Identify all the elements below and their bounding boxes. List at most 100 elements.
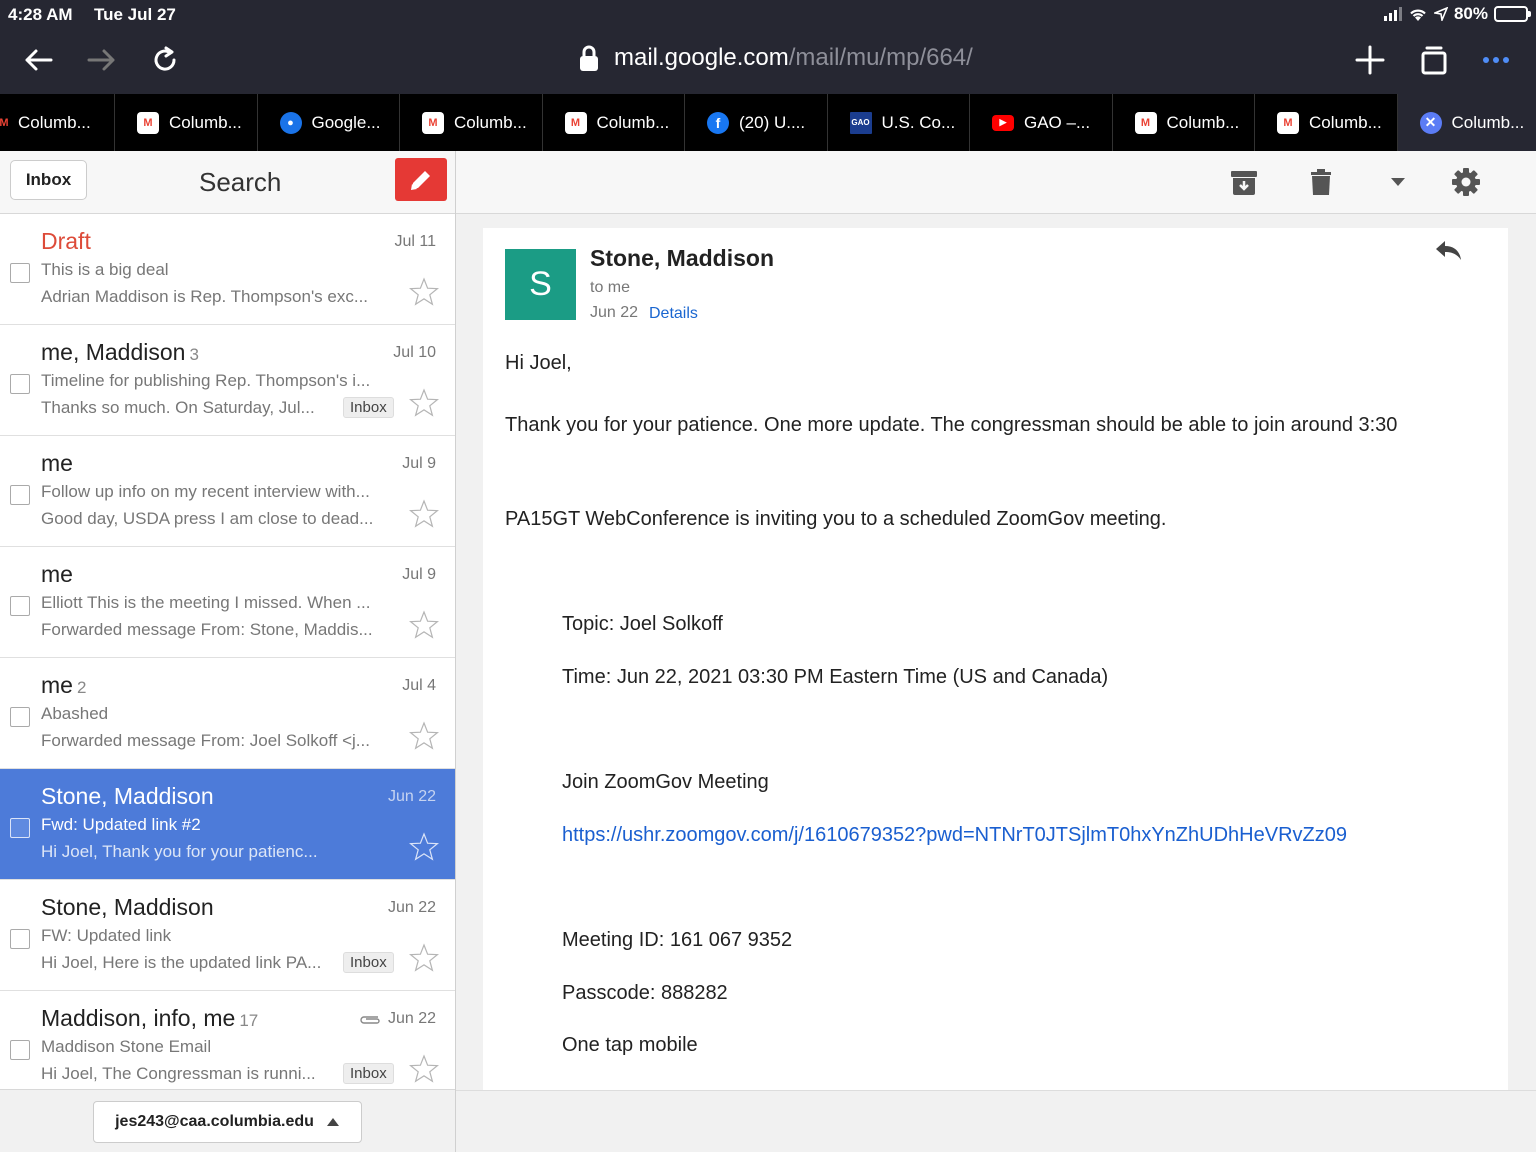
message-checkbox[interactable] [10,374,30,394]
list-header: Inbox Search [0,151,455,214]
message-row[interactable]: Maddison, info, me 17 Jun 22 Maddison Stone… [0,991,455,1102]
message-checkbox[interactable] [10,818,30,838]
message-sender: me 2 [41,672,87,698]
message-sender: Stone, Maddison [41,894,214,920]
message-sender: Maddison, info, me 17 [41,1005,259,1031]
message-checkbox[interactable] [10,485,30,505]
attachment-paperclip-icon [360,1016,380,1024]
message-date: Jun 22 [387,899,436,916]
star-icon[interactable] [408,720,440,752]
browser-tab[interactable]: GAO U.S. Co... [828,94,970,151]
message-checkbox[interactable] [10,263,30,283]
browser-tab[interactable]: M Columb... [1113,94,1255,151]
new-tab-plus-icon[interactable] [1350,40,1390,80]
star-icon[interactable] [408,942,440,974]
triangle-up-icon [326,1118,339,1126]
browser-tab[interactable]: M Columb... [400,94,543,151]
more-actions-dropdown-icon[interactable] [1381,165,1415,199]
message-subject: Elliott This is the meeting I missed. Wh… [41,593,371,612]
youtube-icon: ▶ [992,114,1014,131]
more-options-icon[interactable] [1476,40,1516,80]
message-snippet: Good day, USDA press I am close to dead.… [41,509,374,528]
email-greeting: Hi Joel, [505,352,572,374]
message-row[interactable]: me Jul 9 Elliott This is the meeting I mis… [0,547,455,658]
message-sender: me [41,561,73,587]
trash-icon[interactable] [1304,165,1338,199]
message-subject: Fwd: Updated link #2 [41,815,201,834]
close-tab-icon[interactable]: ✕ [1419,111,1442,134]
inbox-label-badge: Inbox [343,397,394,418]
forward-arrow-icon[interactable] [82,40,122,80]
search-button[interactable]: Search [199,167,281,198]
reload-icon[interactable] [145,40,185,80]
browser-tab-active[interactable]: ✕ Columb... [1397,94,1536,151]
browser-tab[interactable]: M Columb... [115,94,258,151]
star-icon[interactable] [408,498,440,530]
message-checkbox[interactable] [10,596,30,616]
pencil-icon [411,170,430,190]
join-meeting-heading: Join ZoomGov Meeting [562,771,769,793]
message-checkbox[interactable] [10,929,30,949]
reply-icon[interactable] [1434,238,1468,272]
account-switcher-button[interactable]: jes243@caa.columbia.edu [93,1101,362,1143]
message-subject: This is a big deal [41,260,169,279]
wifi-icon [1410,9,1426,21]
battery-percent: 80% [1453,4,1488,23]
message-row[interactable]: me 2 Jul 4 Abashed Forwarded message From: J… [0,658,455,769]
gmail-icon: M [137,111,159,134]
message-row-selected[interactable]: Stone, Maddison Jun 22 Fwd: Updated link #… [0,769,455,880]
compose-button[interactable] [395,158,447,201]
browser-tab[interactable]: ▶ GAO –... [970,94,1113,151]
tabs-overview-icon[interactable] [1414,40,1454,80]
browser-tab[interactable]: M Columb... [0,94,115,151]
cellular-signal-icon [1383,7,1402,21]
message-snippet: Thanks so much. On Saturday, Jul... [41,398,315,417]
browser-tab[interactable]: f (20) U.... [685,94,828,151]
meeting-topic: Topic: Joel Solkoff [562,613,723,635]
message-list: Draft Jul 11 This is a big deal Adrian Madd… [0,214,455,1102]
back-arrow-icon[interactable] [18,40,58,80]
thread-count: 3 [189,345,199,364]
message-sender: Draft [41,228,91,254]
message-checkbox[interactable] [10,1040,30,1060]
status-date: Tue Jul 27 [94,5,176,24]
message-date: Jul 9 [402,455,436,472]
sender-avatar: S [505,249,576,320]
message-subject: Follow up info on my recent interview wi… [41,482,370,501]
message-row[interactable]: Draft Jul 11 This is a big deal Adrian Madd… [0,214,455,325]
star-icon[interactable] [408,609,440,641]
settings-gear-icon[interactable] [1449,165,1483,199]
url-path: /mail/mu/mp/664/ [788,44,973,71]
inbox-label-badge: Inbox [343,952,394,973]
browser-tab[interactable]: M Columb... [1255,94,1398,151]
browser-tab[interactable]: ● Google... [258,94,400,151]
details-link[interactable]: Details [649,305,698,323]
gmail-icon: M [0,116,9,129]
message-date: Jun 22 [387,788,436,805]
battery-icon [1494,6,1531,22]
star-icon[interactable] [408,387,440,419]
message-row[interactable]: me Jul 9 Follow up info on my recent inter… [0,436,455,547]
message-checkbox[interactable] [10,707,30,727]
message-subject: FW: Updated link [41,926,172,945]
archive-icon[interactable] [1227,165,1261,199]
message-snippet: Hi Joel, Thank you for your patienc... [41,842,318,861]
browser-tab[interactable]: M Columb... [543,94,685,151]
star-icon[interactable] [408,1053,440,1085]
message-snippet: Hi Joel, The Congressman is runni... [41,1064,316,1083]
inbox-back-button[interactable]: Inbox [10,160,87,200]
message-sender: me, Maddison 3 [41,339,199,365]
message-sender: me [41,450,73,476]
message-row[interactable]: me, Maddison 3 Jul 10 Timeline for publishi… [0,325,455,436]
message-row[interactable]: Stone, Maddison Jun 22 FW: Updated link Hi … [0,880,455,991]
message-snippet: Hi Joel, Here is the updated link PA... [41,953,322,972]
address-bar[interactable]: mail.google.com/mail/mu/mp/664/ [578,44,973,72]
thread-count: 17 [239,1011,259,1030]
star-icon[interactable] [408,276,440,308]
star-icon[interactable] [408,831,440,863]
facebook-icon: f [707,111,729,134]
message-sender: Stone, Maddison [41,783,214,809]
email-body-line: PA15GT WebConference is inviting you to … [505,508,1167,530]
meeting-link[interactable]: https://ushr.zoomgov.com/j/1610679352?pw… [562,824,1347,847]
message-date: Jul 11 [394,233,436,250]
